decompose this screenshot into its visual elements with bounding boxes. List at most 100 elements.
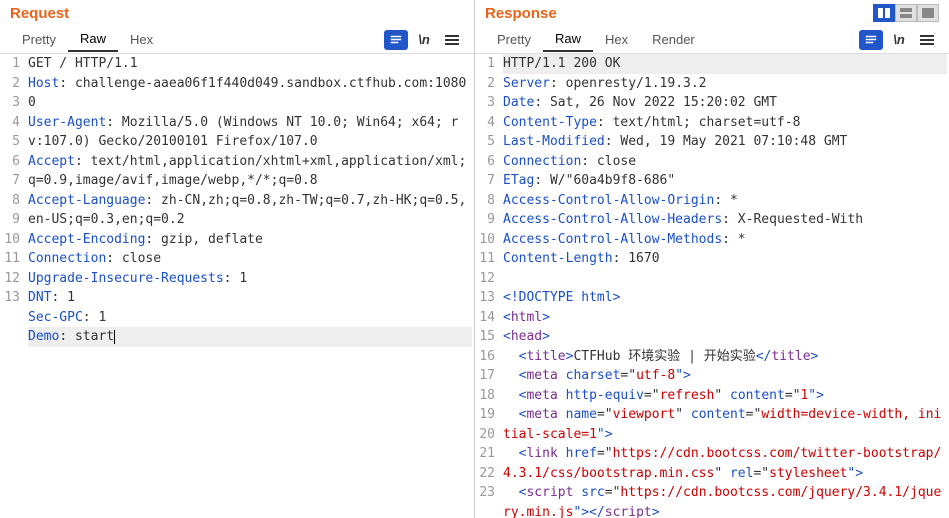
line-number: 9 <box>479 210 495 230</box>
response-header: Response <box>475 0 949 26</box>
code-line[interactable]: <!DOCTYPE html> <box>503 288 947 308</box>
code-line[interactable]: <meta http-equiv="refresh" content="1"> <box>503 386 947 406</box>
code-line[interactable]: Server: openresty/1.19.3.2 <box>503 74 947 94</box>
line-number: 3 <box>479 93 495 113</box>
line-number: 5 <box>479 132 495 152</box>
layout-single-button[interactable] <box>917 4 939 22</box>
request-header: Request <box>0 0 474 26</box>
cursor <box>114 330 115 344</box>
line-number: 7 <box>4 171 20 191</box>
code-line[interactable]: Connection: close <box>503 152 947 172</box>
line-number: 2 <box>4 74 20 94</box>
tab-raw-request[interactable]: Raw <box>68 27 118 52</box>
line-number: 16 <box>479 347 495 367</box>
code-line[interactable]: Sec-GPC: 1 <box>28 308 472 328</box>
line-number: 12 <box>4 269 20 289</box>
code-line[interactable]: Accept-Encoding: gzip, deflate <box>28 230 472 250</box>
code-line[interactable]: ETag: W/"60a4b9f8-686" <box>503 171 947 191</box>
line-number: 23 <box>479 483 495 503</box>
response-editor[interactable]: 1234567891011121314151617181920212223 HT… <box>475 54 949 518</box>
response-gutter: 1234567891011121314151617181920212223 <box>475 54 501 518</box>
line-number: 13 <box>4 288 20 308</box>
code-line[interactable]: Access-Control-Allow-Origin: * <box>503 191 947 211</box>
tab-render-response[interactable]: Render <box>640 28 707 51</box>
line-number: 4 <box>4 113 20 133</box>
line-number: 11 <box>479 249 495 269</box>
code-line[interactable]: DNT: 1 <box>28 288 472 308</box>
line-number: 8 <box>479 191 495 211</box>
request-tabs-bar: Pretty Raw Hex \n <box>0 26 474 54</box>
menu-icon[interactable] <box>440 30 464 50</box>
menu-icon[interactable] <box>915 30 939 50</box>
code-line[interactable]: Demo: start <box>28 327 472 347</box>
tab-hex-request[interactable]: Hex <box>118 28 165 51</box>
code-line[interactable]: GET / HTTP/1.1 <box>28 54 472 74</box>
tab-hex-response[interactable]: Hex <box>593 28 640 51</box>
line-number: 1 <box>4 54 20 74</box>
line-number: 22 <box>479 464 495 484</box>
code-line[interactable]: Accept-Language: zh-CN,zh;q=0.8,zh-TW;q=… <box>28 191 472 230</box>
line-number: 7 <box>479 171 495 191</box>
code-line[interactable]: Last-Modified: Wed, 19 May 2021 07:10:48… <box>503 132 947 152</box>
request-code[interactable]: GET / HTTP/1.1Host: challenge-aaea06f1f4… <box>26 54 474 518</box>
line-number: 4 <box>479 113 495 133</box>
code-line[interactable]: Connection: close <box>28 249 472 269</box>
line-number: 11 <box>4 249 20 269</box>
line-number: 9 <box>4 210 20 230</box>
line-number: 8 <box>4 191 20 211</box>
tab-pretty-request[interactable]: Pretty <box>10 28 68 51</box>
request-pane: Request Pretty Raw Hex \n 12345678910111… <box>0 0 475 518</box>
code-line[interactable]: User-Agent: Mozilla/5.0 (Windows NT 10.0… <box>28 113 472 152</box>
main-container: Request Pretty Raw Hex \n 12345678910111… <box>0 0 949 518</box>
code-line[interactable]: <meta charset="utf-8"> <box>503 366 947 386</box>
tab-raw-response[interactable]: Raw <box>543 27 593 52</box>
line-number: 6 <box>479 152 495 172</box>
code-line[interactable]: Upgrade-Insecure-Requests: 1 <box>28 269 472 289</box>
code-line[interactable]: HTTP/1.1 200 OK <box>503 54 947 74</box>
response-tabs-bar: Pretty Raw Hex Render \n <box>475 26 949 54</box>
layout-buttons <box>873 4 939 22</box>
layout-columns-button[interactable] <box>873 4 895 22</box>
code-line[interactable]: Access-Control-Allow-Methods: * <box>503 230 947 250</box>
line-number: 21 <box>479 444 495 464</box>
line-number: 2 <box>479 74 495 94</box>
response-pane: Response Pretty Raw Hex Render \n 123456… <box>475 0 949 518</box>
layout-rows-button[interactable] <box>895 4 917 22</box>
code-line[interactable]: Access-Control-Allow-Headers: X-Requeste… <box>503 210 947 230</box>
request-editor[interactable]: 12345678910111213 GET / HTTP/1.1Host: ch… <box>0 54 474 518</box>
code-line[interactable]: <link href="https://cdn.bootcss.com/twit… <box>503 444 947 483</box>
wrap-icon[interactable] <box>859 30 883 50</box>
line-number: 5 <box>4 132 20 152</box>
line-number: 6 <box>4 152 20 172</box>
line-number: 10 <box>4 230 20 250</box>
line-number: 12 <box>479 269 495 289</box>
code-line[interactable]: Date: Sat, 26 Nov 2022 15:20:02 GMT <box>503 93 947 113</box>
line-number: 13 <box>479 288 495 308</box>
wrap-icon[interactable] <box>384 30 408 50</box>
response-title: Response <box>485 5 873 22</box>
code-line[interactable] <box>28 347 472 367</box>
line-number: 3 <box>4 93 20 113</box>
code-line[interactable]: <head> <box>503 327 947 347</box>
newline-icon[interactable]: \n <box>887 30 911 50</box>
response-code[interactable]: HTTP/1.1 200 OKServer: openresty/1.19.3.… <box>501 54 949 518</box>
newline-icon[interactable]: \n <box>412 30 436 50</box>
code-line[interactable]: Content-Type: text/html; charset=utf-8 <box>503 113 947 133</box>
line-number: 1 <box>479 54 495 74</box>
code-line[interactable]: Host: challenge-aaea06f1f440d049.sandbox… <box>28 74 472 113</box>
code-line[interactable]: <title>CTFHub 环境实验 | 开始实验</title> <box>503 347 947 367</box>
code-line[interactable]: Accept: text/html,application/xhtml+xml,… <box>28 152 472 191</box>
code-line[interactable]: <script src="https://cdn.bootcss.com/jqu… <box>503 483 947 518</box>
code-line[interactable]: <meta name="viewport" content="width=dev… <box>503 405 947 444</box>
code-line[interactable]: Content-Length: 1670 <box>503 249 947 269</box>
line-number: 17 <box>479 366 495 386</box>
request-gutter: 12345678910111213 <box>0 54 26 518</box>
code-line[interactable]: <html> <box>503 308 947 328</box>
line-number: 15 <box>479 327 495 347</box>
code-line[interactable] <box>28 366 472 386</box>
code-line[interactable] <box>503 269 947 289</box>
line-number: 14 <box>479 308 495 328</box>
line-number: 20 <box>479 425 495 445</box>
tab-pretty-response[interactable]: Pretty <box>485 28 543 51</box>
line-number: 18 <box>479 386 495 406</box>
